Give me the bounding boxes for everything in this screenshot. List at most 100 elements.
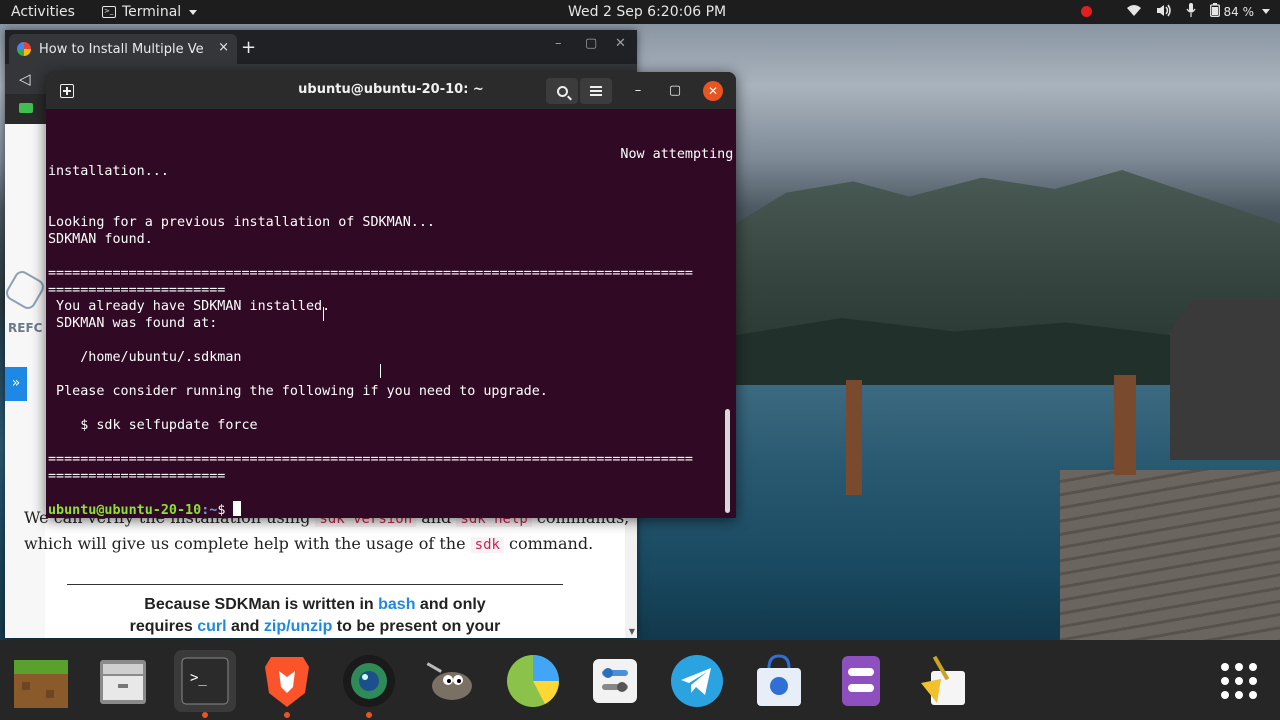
article-text: which will give us complete help with th… [24,534,471,553]
battery-percentage: 84 % [1223,4,1255,19]
files-launcher[interactable] [92,650,154,712]
show-applications-button[interactable] [1208,650,1270,712]
terminal-prompt[interactable]: ubuntu@ubuntu-20-10:~$ [48,501,242,518]
system-tray[interactable]: 84 % [1080,3,1270,20]
app-menu[interactable]: >_ Terminal [102,4,198,20]
mouse-cursor-icon [323,307,324,321]
settings-icon [593,659,637,703]
svg-text:>_: >_ [190,670,207,686]
dock: >_ [0,640,1280,720]
terminal-output[interactable]: Now attempting installation... Looking f… [48,111,733,518]
close-icon[interactable]: ✕ [703,81,723,101]
tweaks-launcher[interactable] [830,650,892,712]
hamburger-menu-icon [590,86,602,96]
wallpaper-post [846,380,862,495]
terminal-line: You already have SDKMAN installed. [48,299,331,314]
prompt-user: ubuntu@ubuntu-20-10 [48,503,202,518]
search-button[interactable] [546,78,578,104]
software-store-launcher[interactable] [748,650,810,712]
quote-text: Because SDKMan is written in [144,596,379,613]
charts-icon [507,655,559,707]
activities-button[interactable]: Activities [11,4,75,20]
terminal-line: /home/ubuntu/.sdkman [48,350,242,365]
maximize-icon[interactable]: ▢ [585,36,597,51]
terminal-scrollbar[interactable] [725,409,730,513]
terminal-small-icon: >_ [102,6,116,18]
brave-icon [265,657,309,707]
site-logo-text: REFC [8,321,43,335]
terminal-window[interactable]: ubuntu@ubuntu-20-10: ~ – ▢ ✕ Now attempt… [46,72,736,518]
gimp-icon [426,662,472,700]
terminal-line: ====================== [48,469,226,484]
tweaks-icon [842,656,880,706]
terminal-line: SDKMAN found. [48,232,153,247]
divider [67,584,563,585]
pull-quote: Because SDKMan is written in bash and on… [60,594,570,638]
chevron-down-icon [1262,9,1270,14]
terminal-launcher[interactable]: >_ [174,650,236,718]
quote-link[interactable]: zip/unzip [264,618,332,635]
software-store-icon [757,654,801,706]
wallpaper-pier [1060,470,1280,640]
quote-text: and [226,618,264,635]
wallpaper-post [1114,375,1136,475]
new-tab-button[interactable]: + [241,37,256,58]
minimize-icon[interactable]: – [628,81,648,101]
text-cursor [233,501,242,516]
inline-code: sdk [470,537,504,553]
telegram-launcher[interactable] [666,650,728,712]
clock[interactable]: Wed 2 Sep 6:20:06 PM [568,4,726,20]
quote-text: requires [129,618,198,635]
mouse-cursor-icon [380,364,381,378]
terminal-line: ========================================… [48,266,693,281]
telegram-icon [671,655,723,707]
battery-icon [1209,3,1220,20]
expand-sidebar-button[interactable]: » [5,367,27,401]
camera-launcher[interactable] [338,650,400,718]
bookmark-folder-icon[interactable] [19,103,33,113]
terminal-line: ====================== [48,283,226,298]
microphone-icon [1185,3,1196,20]
brave-launcher[interactable] [256,650,318,718]
running-indicator [202,712,208,718]
search-icon [556,85,568,97]
wifi-icon [1126,4,1142,20]
terminal-header-bar[interactable]: ubuntu@ubuntu-20-10: ~ – ▢ ✕ [46,72,736,110]
prompt-path: :~ [201,503,218,518]
terminal-icon: >_ [181,657,229,705]
back-icon[interactable]: ◁ [19,70,31,88]
maximize-icon[interactable]: ▢ [665,81,685,101]
terminal-line: Please consider running the following if… [48,384,548,399]
menu-button[interactable] [580,78,612,104]
gimp-launcher[interactable] [420,650,482,712]
bleachbit-launcher[interactable] [912,650,974,712]
terminal-line: SDKMAN was found at: [48,316,218,331]
quote-link[interactable]: bash [378,596,415,613]
scroll-down-icon[interactable]: ▼ [629,627,635,636]
files-icon [100,660,146,704]
charts-launcher[interactable] [502,650,564,712]
browser-tab[interactable]: How to Install Multiple Ve × [9,34,237,64]
running-indicator [366,712,372,718]
camera-icon [343,655,395,707]
bleachbit-icon [921,655,965,705]
quote-link[interactable]: curl [197,618,226,635]
prompt-symbol: $ [217,503,234,518]
running-indicator [284,712,290,718]
close-icon[interactable]: ✕ [615,36,626,51]
close-tab-icon[interactable]: × [218,40,229,55]
app-menu-label: Terminal [122,4,182,20]
terminal-line: $ sdk selfupdate force [48,418,258,433]
quote-text: to be present on your [332,618,501,635]
show-apps-icon [1221,663,1257,699]
minecraft-launcher[interactable] [10,650,72,712]
quote-text: and only [415,596,486,613]
recording-indicator-icon[interactable] [1080,6,1092,17]
minimize-icon[interactable]: – [555,36,562,51]
terminal-line: Now attempting [48,147,734,162]
volume-icon [1156,4,1172,20]
top-bar: Activities >_ Terminal Wed 2 Sep 6:20:06… [0,0,1280,24]
article-text: command. [503,534,594,553]
terminal-line: installation... [48,164,169,179]
settings-launcher[interactable] [584,650,646,712]
